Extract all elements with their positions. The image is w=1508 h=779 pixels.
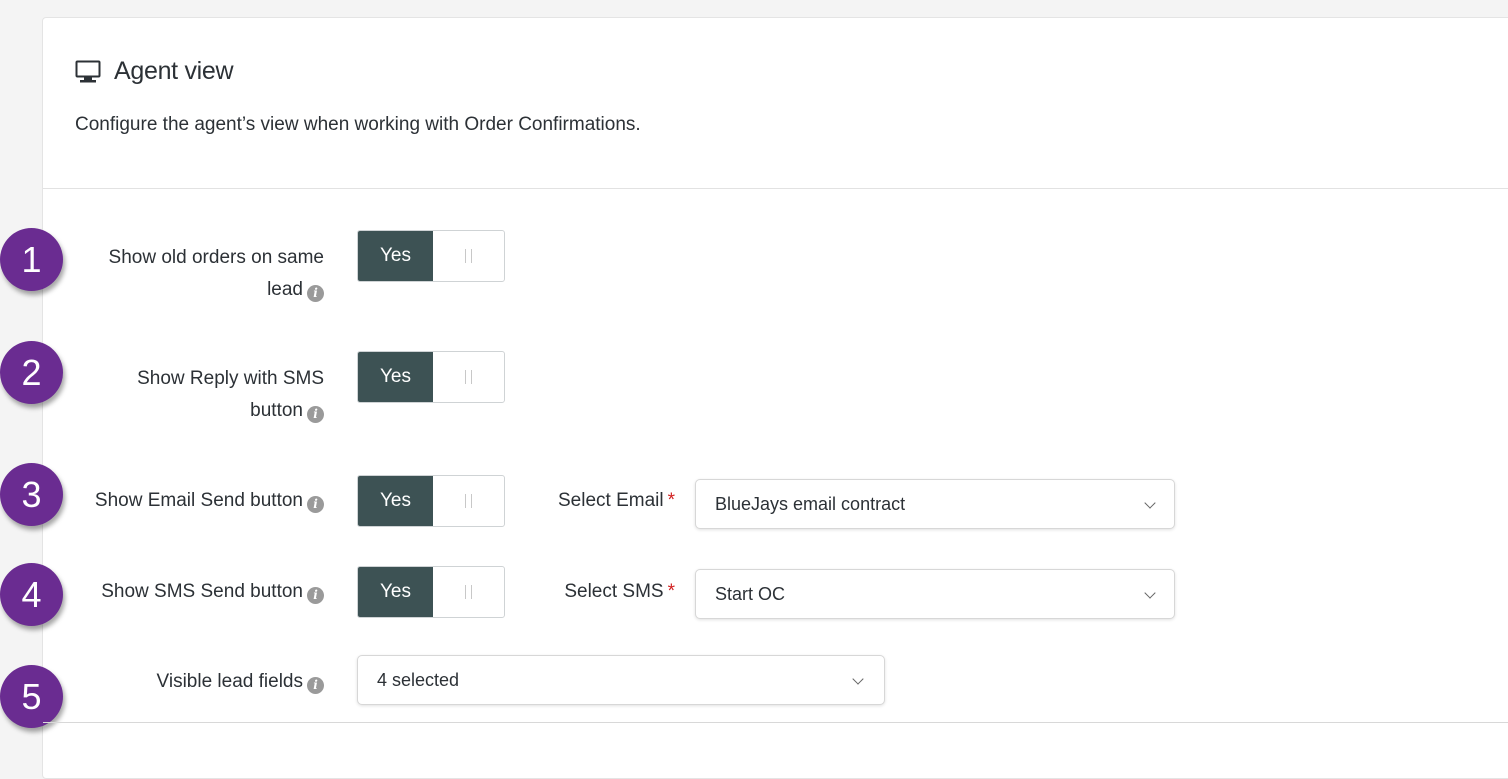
- select-email-dropdown[interactable]: BlueJays email contract: [695, 479, 1175, 529]
- toggle-yes-label: Yes: [358, 567, 433, 617]
- old-orders-label-line2: lead: [267, 279, 303, 300]
- email-send-label-text: Show Email Send button: [94, 490, 303, 511]
- reply-sms-label: Show Reply with SMS button i: [24, 363, 324, 427]
- lead-fields-label: Visible lead fields i: [24, 666, 324, 698]
- old-orders-label: Show old orders on same lead i: [24, 242, 324, 306]
- info-icon[interactable]: i: [307, 677, 324, 694]
- email-send-label: Show Email Send button i: [24, 485, 324, 517]
- select-sms-value: Start OC: [715, 584, 786, 604]
- grip-icon: [465, 494, 472, 508]
- reply-sms-toggle[interactable]: Yes: [357, 351, 505, 403]
- info-icon[interactable]: i: [307, 406, 324, 423]
- toggle-yes-label: Yes: [358, 352, 433, 402]
- sms-send-label-text: Show SMS Send button: [101, 581, 303, 602]
- old-orders-label-line1: Show old orders on same: [108, 247, 324, 268]
- toggle-handle[interactable]: [433, 476, 504, 526]
- chevron-down-icon: [1144, 497, 1156, 509]
- grip-icon: [465, 249, 472, 263]
- select-sms-label-text: Select SMS: [564, 581, 664, 602]
- toggle-handle[interactable]: [433, 231, 504, 281]
- info-icon[interactable]: i: [307, 285, 324, 302]
- email-send-toggle[interactable]: Yes: [357, 475, 505, 527]
- select-email-label-text: Select Email: [557, 490, 664, 511]
- toggle-yes-label: Yes: [358, 231, 433, 281]
- select-email-label: Select Email *: [540, 485, 675, 517]
- sms-send-label: Show SMS Send button i: [24, 576, 324, 608]
- info-icon[interactable]: i: [307, 496, 324, 513]
- lead-fields-multiselect[interactable]: 4 selected: [357, 655, 885, 705]
- chevron-down-icon: [1144, 587, 1156, 599]
- lead-fields-value: 4 selected: [377, 670, 460, 690]
- grip-icon: [465, 370, 472, 384]
- toggle-handle[interactable]: [433, 567, 504, 617]
- toggle-yes-label: Yes: [358, 476, 433, 526]
- page-title: Agent view: [114, 57, 234, 85]
- required-mark: *: [667, 490, 675, 511]
- select-sms-dropdown[interactable]: Start OC: [695, 569, 1175, 619]
- sms-send-toggle[interactable]: Yes: [357, 566, 505, 618]
- toggle-handle[interactable]: [433, 352, 504, 402]
- monitor-icon: [75, 60, 101, 83]
- info-icon[interactable]: i: [307, 587, 324, 604]
- reply-sms-label-line1: Show Reply with SMS: [137, 368, 324, 389]
- select-email-value: BlueJays email contract: [715, 494, 906, 514]
- required-mark: *: [667, 581, 675, 602]
- chevron-down-icon: [852, 673, 864, 685]
- divider: [43, 722, 1508, 723]
- select-sms-label: Select SMS *: [540, 576, 675, 608]
- reply-sms-label-line2: button: [250, 400, 303, 421]
- lead-fields-label-text: Visible lead fields: [156, 671, 303, 692]
- grip-icon: [465, 585, 472, 599]
- page-subtitle: Configure the agent’s view when working …: [75, 114, 641, 135]
- divider: [43, 188, 1508, 189]
- old-orders-toggle[interactable]: Yes: [357, 230, 505, 282]
